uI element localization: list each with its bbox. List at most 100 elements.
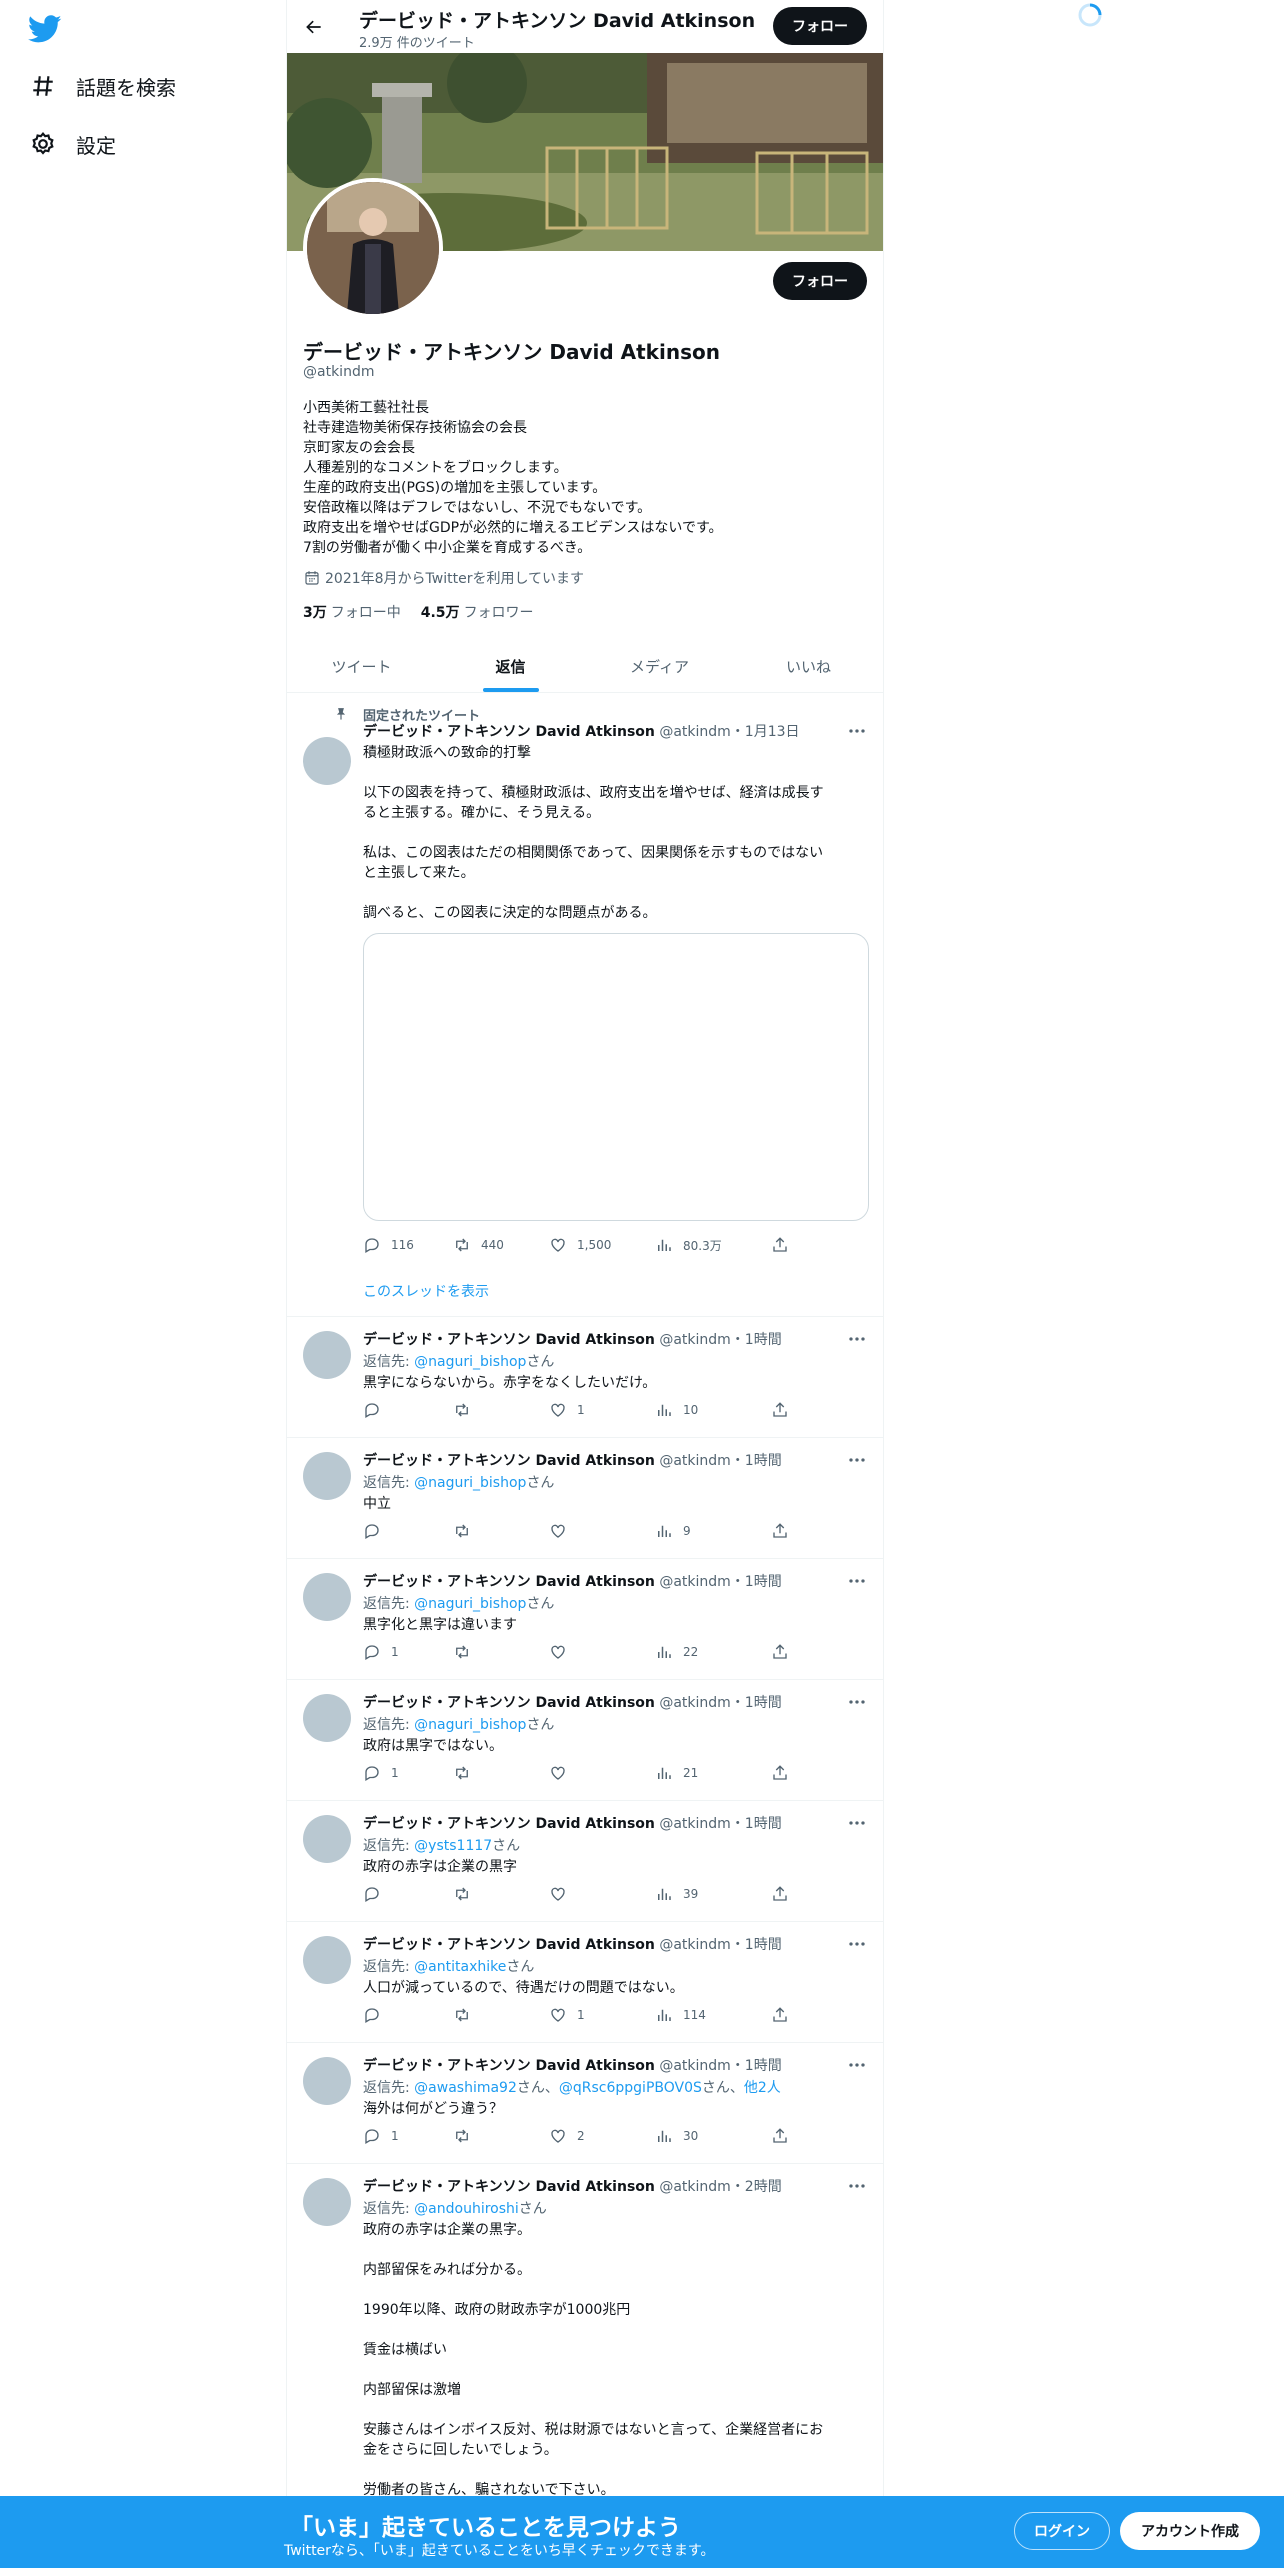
more-options-icon[interactable] bbox=[845, 1329, 869, 1349]
reply-to-link[interactable]: @andouhiroshi bbox=[414, 2201, 519, 2217]
reply-to-link[interactable]: @awashima92 bbox=[414, 2080, 517, 2096]
tweet-handle-time[interactable]: @atkindm・1時間 bbox=[659, 1816, 781, 1832]
reply-button[interactable]: 1 bbox=[363, 1764, 399, 1782]
like-button[interactable] bbox=[549, 1643, 577, 1661]
tweet-avatar[interactable] bbox=[303, 1936, 351, 1984]
reply-to-link[interactable]: @naguri_bishop bbox=[414, 1354, 526, 1370]
reply-to-link[interactable]: @antitaxhike bbox=[414, 1959, 506, 1975]
retweet-button[interactable] bbox=[453, 2006, 481, 2024]
following-link[interactable]: 3万 フォロー中 bbox=[303, 602, 401, 622]
tweet-avatar[interactable] bbox=[303, 1815, 351, 1863]
tweet-author-name[interactable]: デービッド・アトキンソン David Atkinson bbox=[363, 1574, 655, 1590]
more-options-icon[interactable] bbox=[845, 2055, 869, 2075]
tweet-avatar[interactable] bbox=[303, 1331, 351, 1379]
tweet-handle-time[interactable]: @atkindm・1時間 bbox=[659, 1937, 781, 1953]
tweet-handle-time[interactable]: @atkindm・1時間 bbox=[659, 1574, 781, 1590]
twitter-logo-icon[interactable] bbox=[27, 12, 62, 46]
tweet-handle-time[interactable]: @atkindm・2時間 bbox=[659, 2179, 781, 2195]
reply-tweet[interactable]: デービッド・アトキンソン David Atkinson @atkindm・1時間… bbox=[287, 1317, 883, 1438]
views-button[interactable]: 22 bbox=[655, 1643, 698, 1661]
retweet-button[interactable] bbox=[453, 1522, 481, 1540]
tab-replies[interactable]: 返信 bbox=[436, 640, 585, 692]
share-button[interactable] bbox=[771, 1885, 799, 1903]
tweet-handle-time[interactable]: @atkindm・1時間 bbox=[659, 1453, 781, 1469]
share-button[interactable] bbox=[771, 1401, 799, 1419]
tweet-handle-time[interactable]: @atkindm・1時間 bbox=[659, 1332, 781, 1348]
profile-follow-button[interactable]: フォロー bbox=[773, 262, 867, 300]
reply-button[interactable]: 1 bbox=[363, 1643, 399, 1661]
reply-to-others-link[interactable]: 他2人 bbox=[744, 2080, 781, 2096]
like-button[interactable]: 1 bbox=[549, 2006, 585, 2024]
share-button[interactable] bbox=[771, 1764, 799, 1782]
pinned-tweet[interactable]: 固定されたツイート デービッド・アトキンソン David Atkinson @a… bbox=[287, 693, 883, 1317]
tweet-avatar[interactable] bbox=[303, 2057, 351, 2105]
tweet-author-name[interactable]: デービッド・アトキンソン David Atkinson bbox=[363, 1453, 655, 1469]
reply-tweet[interactable]: デービッド・アトキンソン David Atkinson @atkindm・1時間… bbox=[287, 2043, 883, 2164]
tweet-author-name[interactable]: デービッド・アトキンソン David Atkinson bbox=[363, 1937, 655, 1953]
retweet-button[interactable] bbox=[453, 1401, 481, 1419]
tweet-media[interactable] bbox=[363, 933, 869, 1221]
back-arrow-icon[interactable] bbox=[299, 12, 329, 42]
share-button[interactable] bbox=[771, 2127, 799, 2145]
tab-media[interactable]: メディア bbox=[585, 640, 734, 692]
more-options-icon[interactable] bbox=[845, 1813, 869, 1833]
reply-button[interactable]: 116 bbox=[363, 1236, 414, 1254]
tweet-author-name[interactable]: デービッド・アトキンソン David Atkinson bbox=[363, 1816, 655, 1832]
more-options-icon[interactable] bbox=[845, 1692, 869, 1712]
views-button[interactable]: 9 bbox=[655, 1522, 691, 1540]
profile-avatar[interactable] bbox=[303, 178, 443, 318]
tweet-author-name[interactable]: デービッド・アトキンソン David Atkinson bbox=[363, 1332, 655, 1348]
tweet-avatar[interactable] bbox=[303, 1694, 351, 1742]
reply-to-link[interactable]: @naguri_bishop bbox=[414, 1475, 526, 1491]
share-button[interactable] bbox=[771, 2006, 799, 2024]
views-button[interactable]: 21 bbox=[655, 1764, 698, 1782]
retweet-button[interactable] bbox=[453, 1764, 481, 1782]
like-button[interactable] bbox=[549, 1885, 577, 1903]
tweet-author-name[interactable]: デービッド・アトキンソン David Atkinson bbox=[363, 1695, 655, 1711]
tab-likes[interactable]: いいね bbox=[734, 640, 883, 692]
like-button[interactable] bbox=[549, 1522, 577, 1540]
like-button[interactable]: 1,500 bbox=[549, 1236, 611, 1254]
reply-tweet[interactable]: デービッド・アトキンソン David Atkinson @atkindm・1時間… bbox=[287, 1801, 883, 1922]
reply-to-link[interactable]: @ysts1117 bbox=[414, 1838, 492, 1854]
reply-tweet[interactable]: デービッド・アトキンソン David Atkinson @atkindm・1時間… bbox=[287, 1680, 883, 1801]
views-button[interactable]: 39 bbox=[655, 1885, 698, 1903]
nav-explore[interactable]: 話題を検索 bbox=[28, 64, 176, 108]
more-options-icon[interactable] bbox=[845, 1934, 869, 1954]
show-thread-link[interactable]: このスレッドを表示 bbox=[363, 1281, 489, 1301]
tweet-avatar[interactable] bbox=[303, 1573, 351, 1621]
retweet-button[interactable] bbox=[453, 1643, 481, 1661]
tweet-author-name[interactable]: デービッド・アトキンソン David Atkinson bbox=[363, 2179, 655, 2195]
reply-button[interactable] bbox=[363, 2006, 391, 2024]
more-options-icon[interactable] bbox=[845, 721, 869, 741]
reply-button[interactable] bbox=[363, 1401, 391, 1419]
retweet-button[interactable] bbox=[453, 1885, 481, 1903]
reply-tweet[interactable]: デービッド・アトキンソン David Atkinson @atkindm・1時間… bbox=[287, 1438, 883, 1559]
tweet-handle-time[interactable]: @atkindm・1時間 bbox=[659, 2058, 781, 2074]
reply-tweet[interactable]: デービッド・アトキンソン David Atkinson @atkindm・1時間… bbox=[287, 1559, 883, 1680]
tab-tweets[interactable]: ツイート bbox=[287, 640, 436, 692]
retweet-button[interactable]: 440 bbox=[453, 1236, 504, 1254]
tweet-handle-time[interactable]: @atkindm・1時間 bbox=[659, 1695, 781, 1711]
login-button[interactable]: ログイン bbox=[1014, 2512, 1110, 2550]
views-button[interactable]: 114 bbox=[655, 2006, 706, 2024]
tweet-author-name[interactable]: デービッド・アトキンソン David Atkinson bbox=[363, 724, 655, 740]
more-options-icon[interactable] bbox=[845, 2176, 869, 2196]
tweet-author-name[interactable]: デービッド・アトキンソン David Atkinson bbox=[363, 2058, 655, 2074]
share-button[interactable] bbox=[771, 1236, 799, 1254]
like-button[interactable]: 2 bbox=[549, 2127, 585, 2145]
header-follow-button[interactable]: フォロー bbox=[773, 7, 867, 45]
reply-tweet[interactable]: デービッド・アトキンソン David Atkinson @atkindm・1時間… bbox=[287, 1922, 883, 2043]
tweet-avatar[interactable] bbox=[303, 2178, 351, 2226]
share-button[interactable] bbox=[771, 1522, 799, 1540]
more-options-icon[interactable] bbox=[845, 1450, 869, 1470]
more-options-icon[interactable] bbox=[845, 1571, 869, 1591]
retweet-button[interactable] bbox=[453, 2127, 481, 2145]
nav-settings[interactable]: 設定 bbox=[28, 122, 116, 166]
views-button[interactable]: 80.3万 bbox=[655, 1236, 722, 1254]
share-button[interactable] bbox=[771, 1643, 799, 1661]
tweet-handle-time[interactable]: @atkindm・1月13日 bbox=[659, 724, 799, 740]
followers-link[interactable]: 4.5万 フォロワー bbox=[421, 602, 534, 622]
like-button[interactable] bbox=[549, 1764, 577, 1782]
tweet-avatar[interactable] bbox=[303, 1452, 351, 1500]
